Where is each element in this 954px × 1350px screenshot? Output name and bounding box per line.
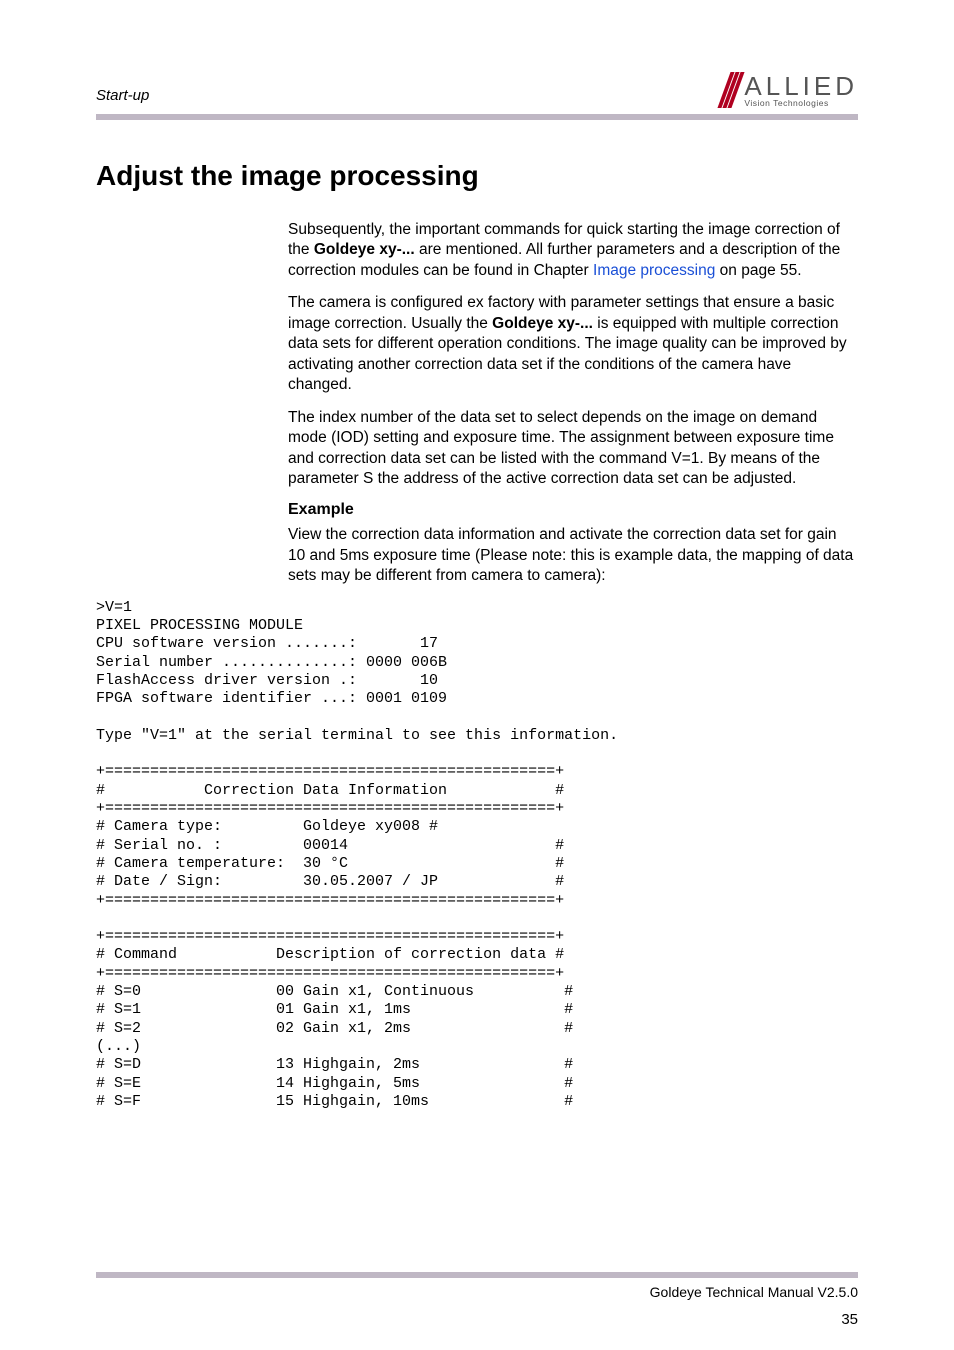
page-footer: Goldeye Technical Manual V2.5.0 <box>96 1272 858 1300</box>
logo-subtitle: Vision Technologies <box>744 99 858 108</box>
logo-title: ALLIED <box>744 73 858 99</box>
paragraph-3: The index number of the data set to sele… <box>288 408 858 490</box>
body-column: Subsequently, the important commands for… <box>288 220 858 587</box>
manual-version: Goldeye Technical Manual V2.5.0 <box>650 1284 858 1300</box>
text: on page 55. <box>715 262 801 279</box>
chapter-link[interactable]: Image processing <box>593 262 715 279</box>
paragraph-4: View the correction data information and… <box>288 525 858 586</box>
logo-text: ALLIED Vision Technologies <box>744 73 858 108</box>
page-header: Start-up ALLIED Vision Technologies <box>96 72 858 108</box>
terminal-output: >V=1 PIXEL PROCESSING MODULE CPU softwar… <box>96 599 858 1111</box>
page-number: 35 <box>841 1311 858 1328</box>
footer-rule <box>96 1272 858 1278</box>
example-heading: Example <box>288 501 858 519</box>
product-name: Goldeye xy-... <box>492 315 593 332</box>
header-rule <box>96 114 858 120</box>
paragraph-2: The camera is configured ex factory with… <box>288 293 858 395</box>
paragraph-1: Subsequently, the important commands for… <box>288 220 858 281</box>
logo-slashes-icon <box>724 72 738 108</box>
section-heading: Adjust the image processing <box>96 160 858 192</box>
running-head: Start-up <box>96 87 149 108</box>
product-name: Goldeye xy-... <box>314 241 415 258</box>
brand-logo: ALLIED Vision Technologies <box>724 72 858 108</box>
